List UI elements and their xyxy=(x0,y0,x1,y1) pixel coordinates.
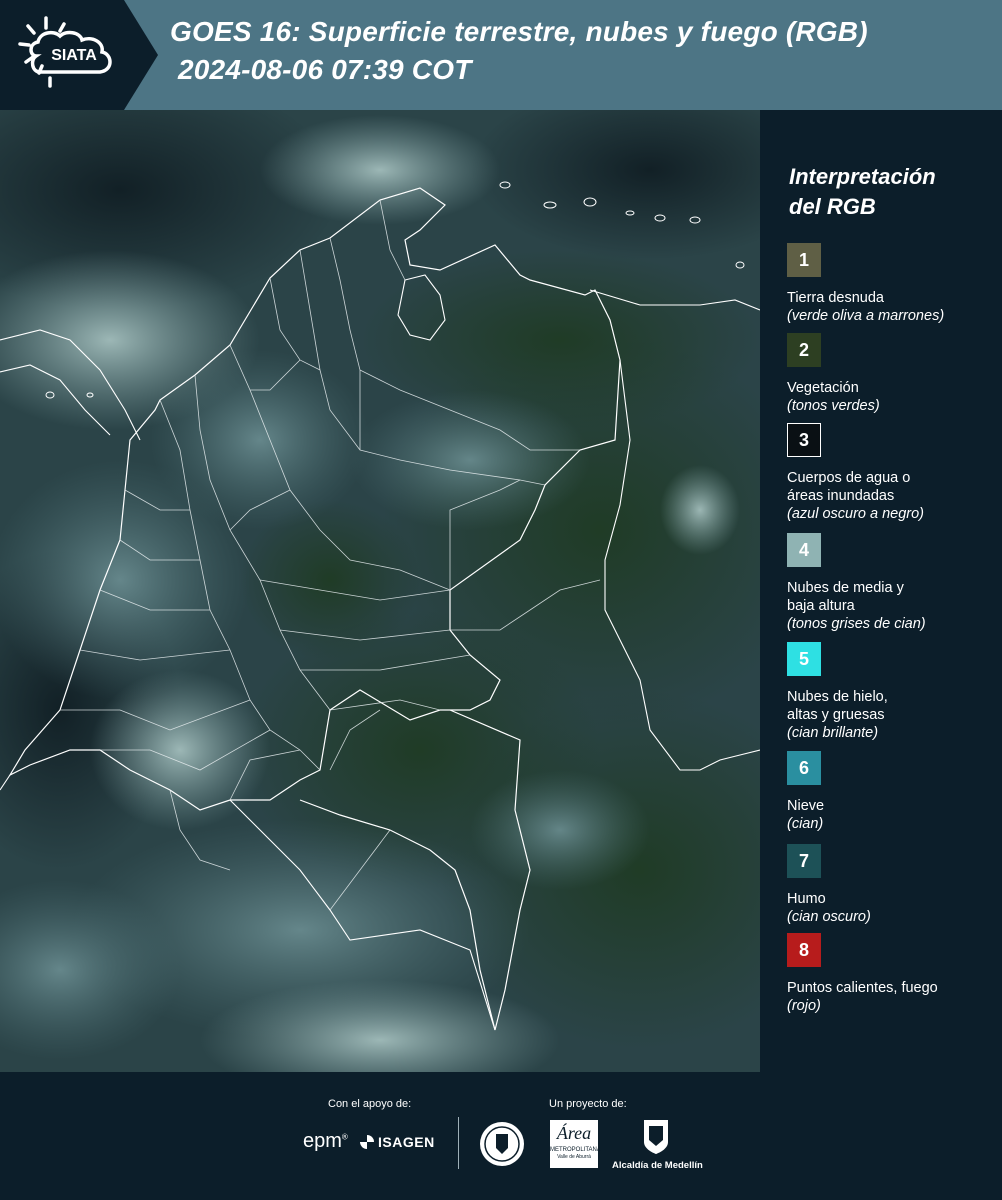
header: SIATA GOES 16: Superficie terrestre, nub… xyxy=(0,0,1002,110)
satellite-map[interactable] xyxy=(0,110,760,1072)
legend-item: 5 Nubes de hielo, altas y gruesas (cian bri… xyxy=(787,642,997,742)
legend-item-label-line: Cuerpos de agua o xyxy=(787,470,911,486)
legend-swatch: 8 xyxy=(787,933,821,967)
legend-item-label: Nieve xyxy=(787,797,997,815)
legend-swatch: 3 xyxy=(787,423,821,457)
alcaldia-label: Alcaldía de Medellín xyxy=(612,1160,703,1171)
legend-item-label: Humo xyxy=(787,890,997,908)
page-timestamp: 2024-08-06 07:39 COT xyxy=(178,54,472,85)
legend-item-description: (cian) xyxy=(787,816,824,832)
legend-item-label-line: Nieve xyxy=(787,798,825,814)
seal-logo xyxy=(480,1122,524,1166)
legend-item-description: (cian oscuro) xyxy=(787,909,871,925)
legend-item-label-line: Vegetación xyxy=(787,380,859,396)
legend-item-description: (cian brillante) xyxy=(787,725,879,741)
project-label: Un proyecto de: xyxy=(549,1098,627,1110)
legend-title: Interpretación del RGB xyxy=(789,164,936,219)
support-label: Con el apoyo de: xyxy=(328,1098,412,1110)
legend-item-label-line: áreas inundadas xyxy=(787,488,895,504)
legend-item-label-line: Humo xyxy=(787,891,826,907)
legend-item-label: Puntos calientes, fuego xyxy=(787,979,997,997)
siata-logo: SIATA xyxy=(0,0,158,110)
legend-swatch: 7 xyxy=(787,844,821,878)
footer-divider xyxy=(458,1117,459,1169)
legend-item-label-line: baja altura xyxy=(787,598,855,614)
legend-swatch: 4 xyxy=(787,533,821,567)
legend-swatch: 2 xyxy=(787,333,821,367)
legend-item: 8 Puntos calientes, fuego (rojo) xyxy=(787,933,997,1015)
legend-swatch: 6 xyxy=(787,751,821,785)
footer: Con el apoyo de: Un proyecto de: epm® IS… xyxy=(0,1072,1002,1200)
legend-item-label: Cuerpos de agua o áreas inundadas xyxy=(787,469,997,505)
legend-item-label: Tierra desnuda xyxy=(787,289,997,307)
legend-item-label-line: Nubes de hielo, xyxy=(787,689,888,705)
legend-item: 2 Vegetación (tonos verdes) xyxy=(787,333,997,415)
legend-item-label: Nubes de hielo, altas y gruesas xyxy=(787,688,997,724)
legend-item-description: (tonos verdes) xyxy=(787,398,880,414)
area-metropolitana-logo: Área METROPOLITANA Valle de Aburrá xyxy=(550,1120,601,1168)
legend-item: 3 Cuerpos de agua o áreas inundadas (azul o… xyxy=(787,423,997,523)
legend-item-description: (verde oliva a marrones) xyxy=(787,308,945,324)
legend-item-label: Vegetación xyxy=(787,379,997,397)
rgb-legend: Interpretación del RGB 1 Tierra desnuda (v… xyxy=(762,110,1002,1072)
legend-item-label-line: altas y gruesas xyxy=(787,707,885,723)
legend-item-label-line: Nubes de media y xyxy=(787,580,904,596)
legend-item-label-line: Puntos calientes, fuego xyxy=(787,980,938,996)
svg-text:SIATA: SIATA xyxy=(51,47,97,64)
isagen-icon xyxy=(360,1135,374,1149)
legend-item-label: Nubes de media y baja altura xyxy=(787,579,997,615)
legend-item-description: (azul oscuro a negro) xyxy=(787,506,925,522)
epm-logo: epm® xyxy=(303,1130,348,1152)
legend-item: 1 Tierra desnuda (verde oliva a marrones) xyxy=(787,243,997,325)
legend-item-label-line: Tierra desnuda xyxy=(787,290,884,306)
legend-swatch: 5 xyxy=(787,642,821,676)
legend-item-description: (rojo) xyxy=(787,998,821,1014)
legend-item: 4 Nubes de media y baja altura (tonos grise… xyxy=(787,533,997,633)
alcaldia-shield-icon xyxy=(644,1120,668,1154)
legend-item-description: (tonos grises de cian) xyxy=(787,616,926,632)
isagen-logo: ISAGEN xyxy=(360,1134,435,1150)
page-title: GOES 16: Superficie terrestre, nubes y f… xyxy=(170,16,868,47)
legend-item: 7 Humo (cian oscuro) xyxy=(787,844,997,926)
legend-swatch: 1 xyxy=(787,243,821,277)
legend-item: 6 Nieve (cian) xyxy=(787,751,997,833)
